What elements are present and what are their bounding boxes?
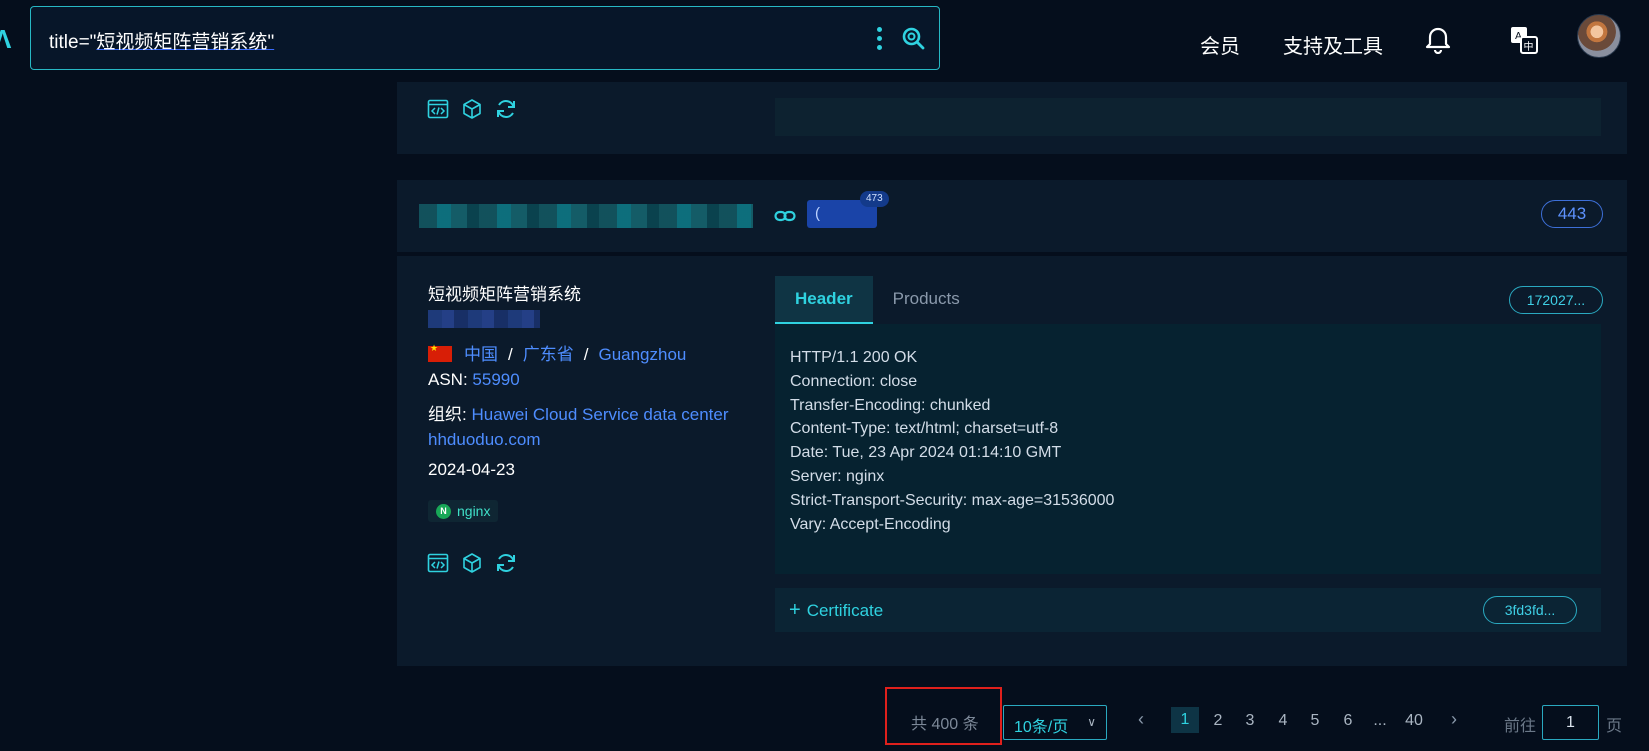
- port-badge[interactable]: 443: [1541, 200, 1603, 228]
- logo[interactable]: Λ: [0, 24, 11, 55]
- page-1[interactable]: 1: [1171, 707, 1199, 733]
- nginx-icon: N: [436, 503, 451, 519]
- http-header-text: HTTP/1.1 200 OK Connection: close Transf…: [775, 324, 1601, 574]
- previous-header-panel: [775, 98, 1601, 136]
- total-count: 共 400 条: [911, 716, 979, 733]
- page-ellipsis[interactable]: ...: [1366, 708, 1394, 734]
- result-card-body: 短视频矩阵营销系统 中国/广东省/Guangzhou ASN: 55990 组织…: [397, 256, 1627, 666]
- prev-page-icon[interactable]: ‹: [1138, 709, 1144, 730]
- page-6[interactable]: 6: [1334, 708, 1362, 734]
- cert-hash-badge[interactable]: 3fd3fd...: [1483, 596, 1577, 624]
- code-icon[interactable]: [427, 552, 449, 574]
- asn-row: ASN: 55990: [428, 370, 520, 389]
- tech-tag[interactable]: Nnginx: [428, 500, 499, 522]
- city-link[interactable]: Guangzhou: [598, 345, 686, 364]
- nav-member-link[interactable]: 会员: [1200, 30, 1240, 59]
- tab-header[interactable]: Header: [775, 276, 873, 324]
- page-4[interactable]: 4: [1269, 708, 1297, 734]
- page-size-select[interactable]: 10条/页 ∨: [1003, 705, 1107, 740]
- nav-support-link[interactable]: 支持及工具: [1283, 30, 1383, 59]
- redacted-host: [419, 204, 753, 228]
- link-icon[interactable]: [774, 205, 796, 227]
- tool-icons-row: [427, 552, 517, 574]
- page-unit-label: 页: [1606, 718, 1623, 735]
- asn-link[interactable]: 55990: [472, 370, 519, 389]
- pagination: 共 400 条 10条/页 ∨ ‹ 1 2 3 4 5 6 ... 40 › 前往…: [0, 687, 1649, 745]
- tech-label: nginx: [457, 503, 491, 519]
- search-input[interactable]: title="短视频矩阵营销系统": [49, 27, 274, 54]
- next-page-icon[interactable]: ›: [1451, 709, 1457, 730]
- plus-icon: +: [789, 599, 801, 621]
- china-flag-icon: [428, 343, 452, 362]
- location: 中国/广东省/Guangzhou: [428, 340, 686, 365]
- cube-icon[interactable]: [461, 98, 483, 120]
- detail-tabs: Header Products: [775, 276, 980, 324]
- cube-icon[interactable]: [461, 552, 483, 574]
- tab-products[interactable]: Products: [873, 276, 980, 324]
- chevron-down-icon: ∨: [1087, 715, 1096, 729]
- tool-icons-row: [427, 98, 517, 120]
- header-hash-badge[interactable]: 172027...: [1509, 286, 1603, 314]
- page-40[interactable]: 40: [1400, 708, 1428, 734]
- more-options-icon[interactable]: [877, 27, 883, 51]
- org-row: 组织: Huawei Cloud Service data center: [428, 405, 729, 424]
- org-link[interactable]: Huawei Cloud Service data center: [471, 405, 728, 424]
- code-icon[interactable]: [427, 98, 449, 120]
- search-term: 短视频矩阵营销系统: [96, 32, 268, 53]
- goto-page-input[interactable]: 1: [1542, 705, 1599, 740]
- redacted-ip: [428, 310, 540, 328]
- certificate-section[interactable]: + Certificate 3fd3fd...: [775, 588, 1601, 632]
- search-bar[interactable]: title="短视频矩阵营销系统": [30, 6, 940, 70]
- top-bar: Λ title="短视频矩阵营销系统" 会员 支持及工具 A中: [0, 0, 1649, 82]
- domain-link[interactable]: hhduoduo.com: [428, 430, 540, 450]
- country-link[interactable]: 中国: [464, 345, 498, 364]
- goto-label: 前往: [1504, 718, 1537, 735]
- previous-result-card: [397, 82, 1627, 154]
- result-card-header: ( 473 443: [397, 180, 1627, 252]
- bell-icon[interactable]: [1425, 26, 1451, 54]
- date: 2024-04-23: [428, 460, 515, 479]
- search-icon[interactable]: [901, 26, 925, 50]
- ip-count-badge: 473: [860, 191, 889, 207]
- page-2[interactable]: 2: [1204, 708, 1232, 734]
- page-5[interactable]: 5: [1301, 708, 1329, 734]
- page-3[interactable]: 3: [1236, 708, 1264, 734]
- translate-icon[interactable]: A中: [1510, 26, 1538, 54]
- svg-text:中: 中: [1524, 40, 1534, 53]
- refresh-icon[interactable]: [495, 98, 517, 120]
- site-title: 短视频矩阵营销系统: [428, 285, 581, 304]
- certificate-toggle[interactable]: + Certificate: [789, 599, 883, 622]
- refresh-icon[interactable]: [495, 552, 517, 574]
- user-avatar[interactable]: [1577, 14, 1621, 58]
- province-link[interactable]: 广东省: [523, 345, 574, 364]
